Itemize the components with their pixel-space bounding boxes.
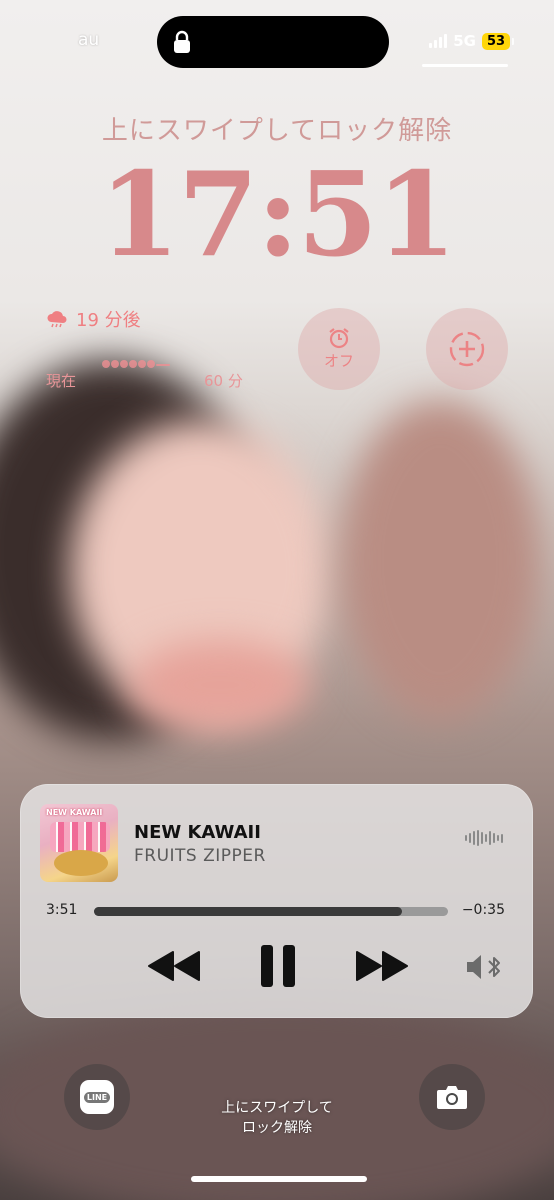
rewind-button[interactable]: [146, 948, 202, 984]
remaining-time: −0:35: [461, 902, 505, 918]
audio-waveform-icon: [465, 830, 503, 846]
rain-cloud-icon: [47, 311, 67, 328]
playback-scrubber[interactable]: [94, 907, 448, 916]
battery-icon: 53: [482, 32, 514, 50]
swipe-up-hint-line2: ロック解除: [242, 1120, 312, 1136]
album-artwork[interactable]: NEW KAWAII: [40, 804, 118, 882]
alarm-status: オフ: [323, 352, 354, 370]
rain-forecast-widget[interactable]: 19 分後 現在 60 分: [46, 306, 256, 390]
song-title: NEW KAWAII: [134, 822, 261, 843]
speaker-bluetooth-icon: [467, 955, 500, 979]
rain-start-label: 19 分後: [76, 310, 141, 331]
control-center-indicator[interactable]: [422, 64, 508, 67]
swipe-to-unlock-hint: 上にスワイプしてロック解除: [101, 116, 453, 146]
swipe-up-hint-line1: 上にスワイプして: [221, 1100, 333, 1116]
now-playing-widget[interactable]: NEW KAWAII NEW KAWAII FRUITS ZIPPER 3:51…: [20, 784, 533, 1018]
battery-level: 53: [486, 33, 506, 49]
rain-intensity-bar: [102, 360, 202, 368]
rain-axis-end: 60 分: [204, 372, 243, 390]
status-bar: au 5G 53: [0, 0, 554, 80]
swipe-up-hint: 上にスワイプして ロック解除: [0, 1098, 554, 1138]
elapsed-time: 3:51: [46, 902, 78, 918]
add-widget-icon: [449, 331, 485, 367]
album-art-title: NEW KAWAII: [46, 808, 103, 817]
alarm-widget[interactable]: オフ: [298, 308, 380, 390]
pause-icon: [261, 945, 295, 987]
signal-icon: [429, 34, 448, 48]
playback-progress: [94, 907, 402, 916]
rewind-icon: [148, 951, 200, 981]
pause-button[interactable]: [256, 942, 300, 990]
lock-icon: [174, 30, 190, 53]
carrier-label: au: [78, 30, 100, 50]
network-label: 5G: [453, 32, 476, 50]
add-widget-button[interactable]: [426, 308, 508, 390]
rain-axis-start: 現在: [46, 372, 77, 390]
song-artist: FRUITS ZIPPER: [134, 846, 266, 866]
audio-output-button[interactable]: [465, 952, 505, 982]
alarm-clock-icon: [329, 328, 349, 349]
home-indicator[interactable]: [191, 1176, 367, 1182]
status-indicators: 5G 53: [429, 32, 514, 50]
dynamic-island: [157, 16, 389, 68]
fast-forward-button[interactable]: [354, 948, 410, 984]
fast-forward-icon: [356, 951, 408, 981]
lock-screen-clock[interactable]: 17:51: [0, 150, 554, 280]
